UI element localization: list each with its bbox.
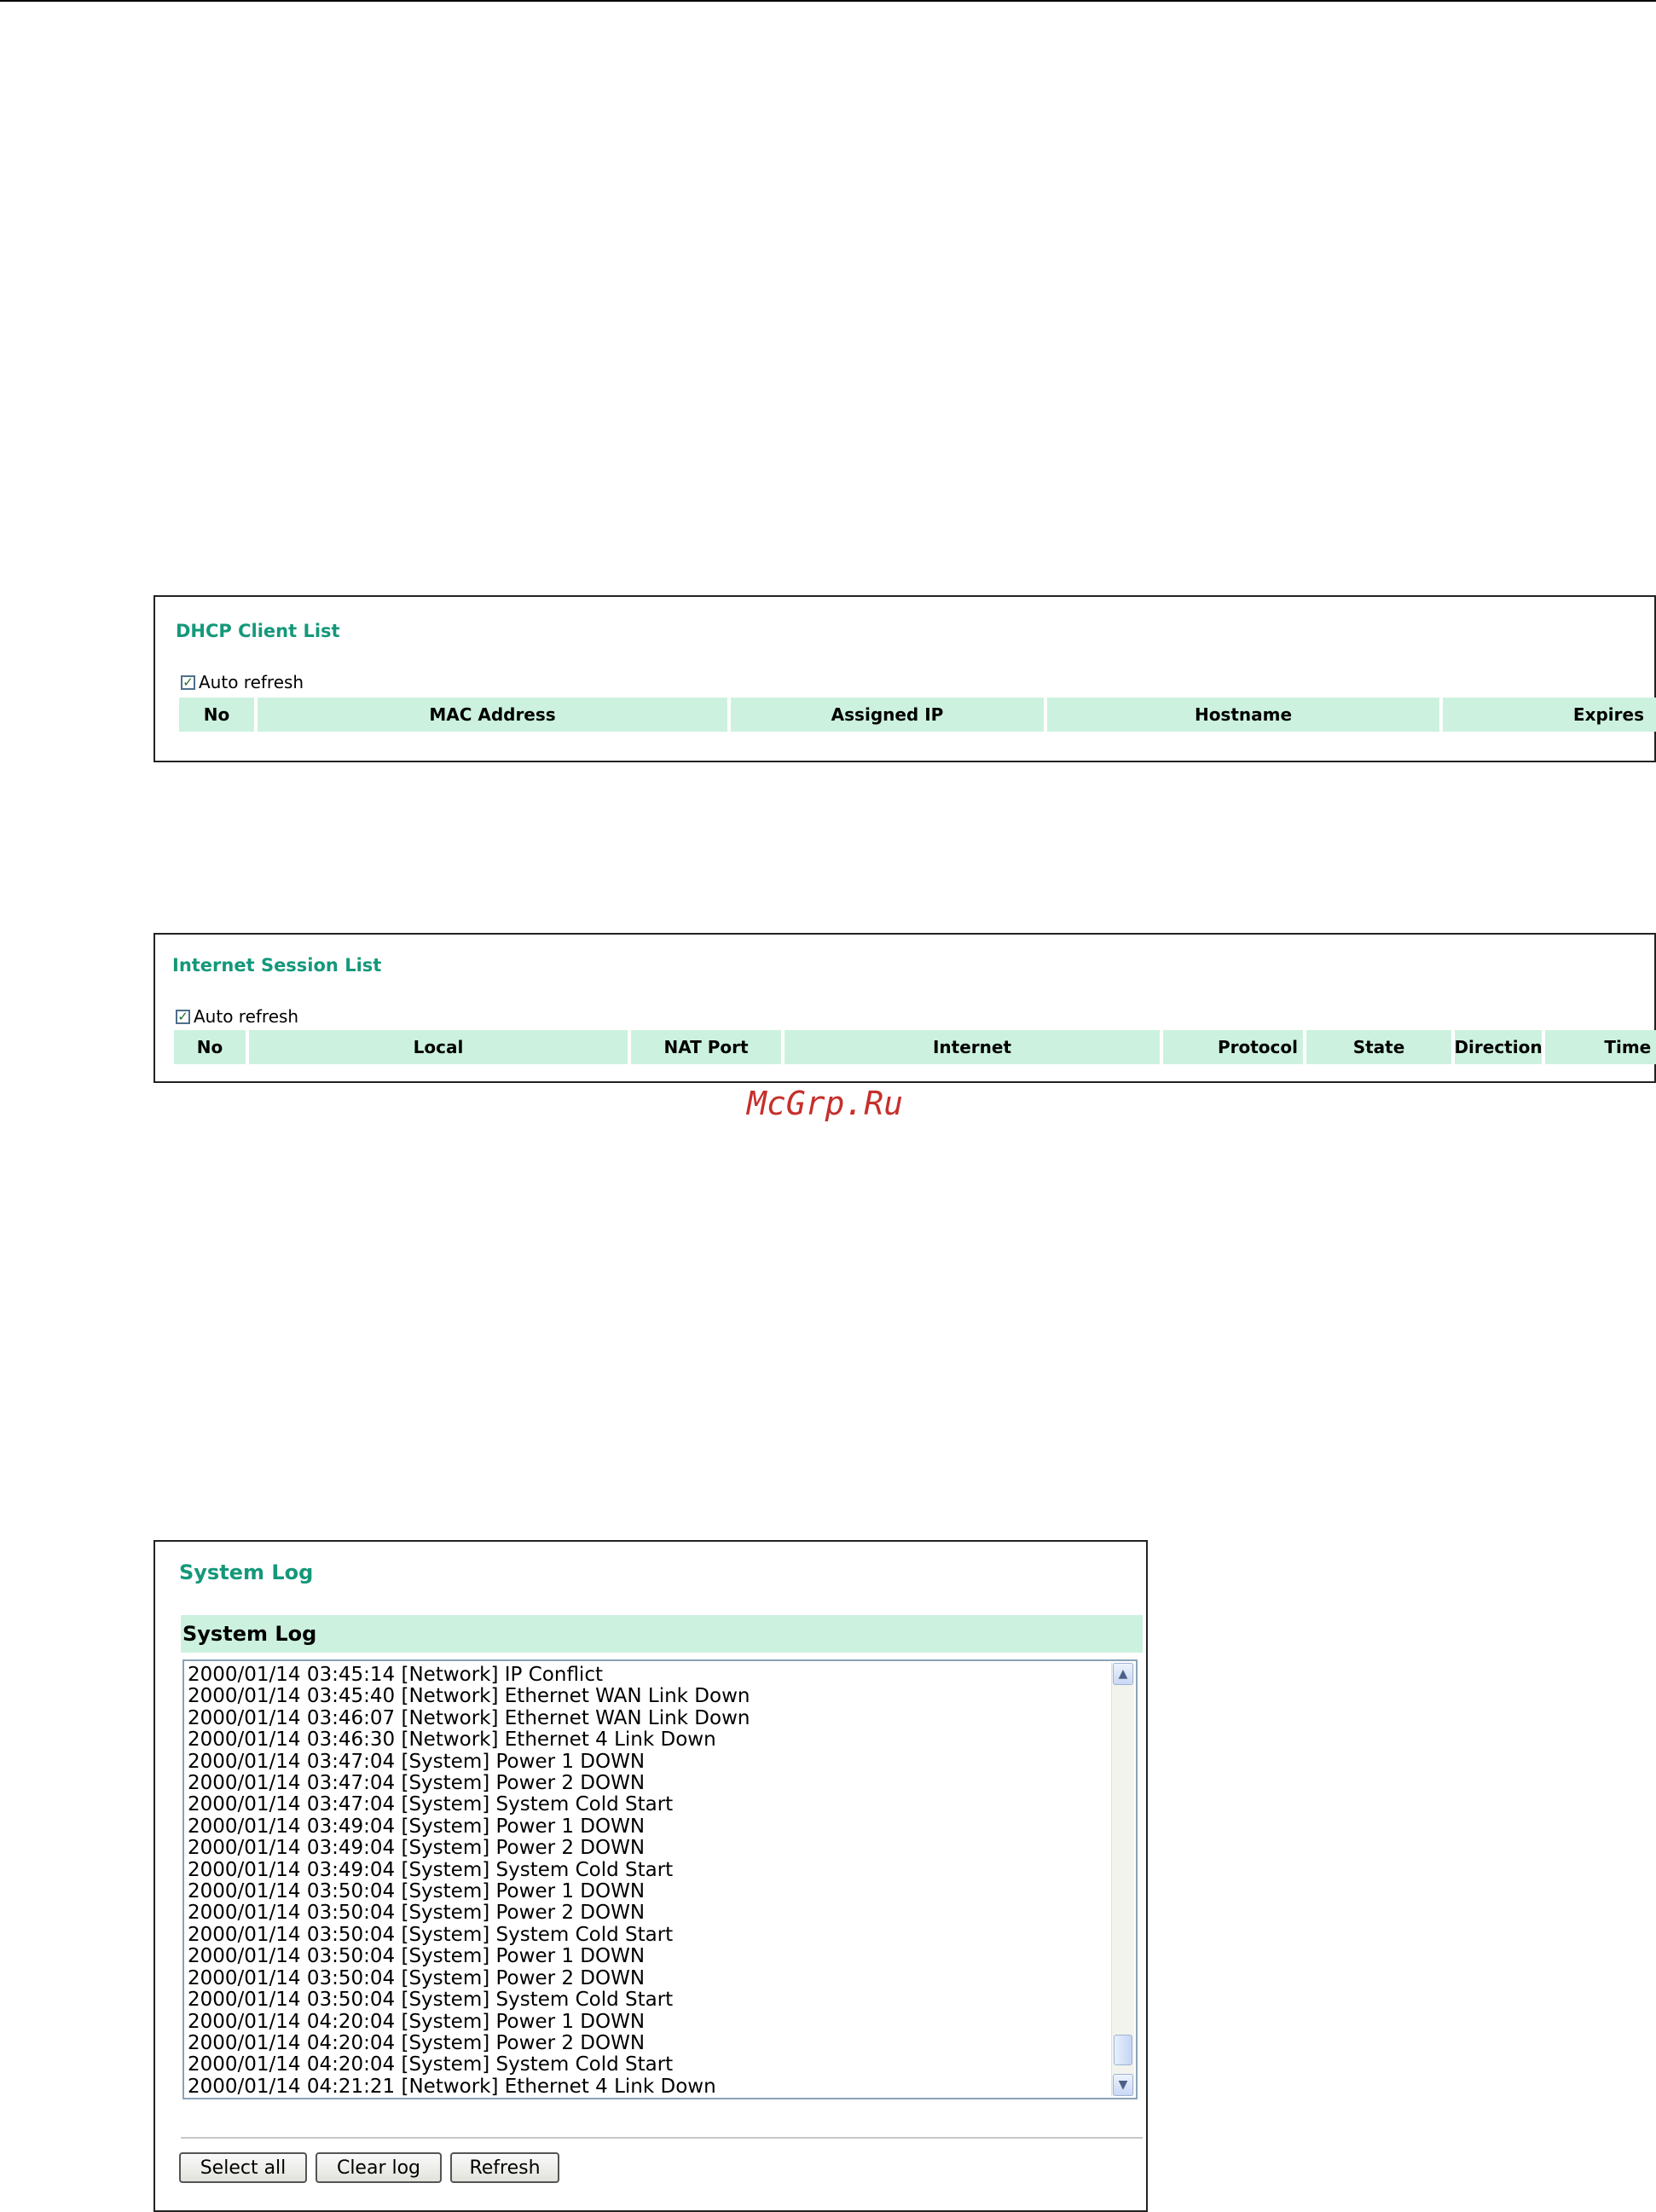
log-entry: 2000/01/14 03:46:30 [Network] Ethernet 4… [188,1728,716,1752]
session-table-header: No Local NAT Port Internet Protocol Stat… [174,1030,1656,1064]
log-entry: 2000/01/14 03:49:04 [System] System Cold… [188,1858,674,1881]
dhcp-client-list-panel: DHCP Client List ✓ Auto refresh No MAC A… [153,595,1656,762]
column-header-mac-address: MAC Address [258,698,727,732]
log-entry: 2000/01/14 03:47:04 [System] Power 2 DOW… [188,1772,646,1795]
clear-log-button[interactable]: Clear log [316,2152,442,2183]
log-entry: 2000/01/14 03:50:04 [System] System Cold… [188,1923,674,1946]
column-header-no: No [174,1030,246,1064]
auto-refresh-checkbox[interactable]: ✓ [176,1008,190,1024]
check-icon: ✓ [177,1008,188,1024]
dhcp-table-header: No MAC Address Assigned IP Hostname Expi… [179,698,1656,732]
auto-refresh-label: Auto refresh [199,672,304,692]
log-entry: 2000/01/14 04:20:04 [System] Power 2 DOW… [188,2031,646,2054]
column-header-nat-port: NAT Port [631,1030,781,1064]
log-entry: 2000/01/14 04:20:04 [System] System Cold… [188,2053,674,2076]
internet-session-list-panel: Internet Session List ✓ Auto refresh No … [153,933,1656,1083]
system-log-title: System Log [179,1561,314,1584]
dhcp-panel-title: DHCP Client List [176,621,340,641]
dhcp-auto-refresh[interactable]: ✓ Auto refresh [181,672,304,692]
column-header-local: Local [249,1030,628,1064]
column-header-state: State [1306,1030,1451,1064]
auto-refresh-label: Auto refresh [194,1006,299,1027]
session-panel-title: Internet Session List [172,955,382,976]
column-header-protocol: Protocol [1163,1030,1303,1064]
column-header-direction: Direction [1454,1030,1543,1064]
log-entry: 2000/01/14 04:20:04 [System] Power 1 DOW… [188,2010,646,2033]
watermark-text: McGrp.Ru [747,1085,904,1122]
log-entry: 2000/01/14 03:50:04 [System] Power 2 DOW… [188,1966,646,1989]
column-header-expires: Expires [1443,698,1656,732]
log-entry: 2000/01/14 03:46:07 [Network] Ethernet W… [188,1706,750,1729]
log-entries: 2000/01/14 03:45:14 [Network] IP Conflic… [188,1664,1107,2098]
column-header-time-out: Time Out [1545,1030,1656,1064]
check-icon: ✓ [182,674,194,690]
chevron-down-icon[interactable]: ▼ [1113,2074,1133,2096]
chevron-up-icon[interactable]: ▲ [1113,1663,1133,1685]
log-entry: 2000/01/14 03:45:40 [Network] Ethernet W… [188,1685,750,1708]
log-entry: 2000/01/14 03:47:04 [System] Power 1 DOW… [188,1750,646,1773]
log-entry: 2000/01/14 03:45:14 [Network] IP Conflic… [188,1664,603,1686]
auto-refresh-checkbox[interactable]: ✓ [181,675,195,690]
system-log-section-header: System Log [181,1615,1143,1653]
column-header-internet: Internet [785,1030,1160,1064]
refresh-button[interactable]: Refresh [450,2152,559,2183]
log-entry: 2000/01/14 03:49:04 [System] Power 2 DOW… [188,1837,646,1860]
divider [181,2137,1143,2139]
system-log-textarea[interactable]: 2000/01/14 03:45:14 [Network] IP Conflic… [182,1659,1138,2099]
log-entry: 2000/01/14 04:21:21 [Network] Ethernet 4… [188,2075,716,2098]
log-entry: 2000/01/14 03:49:04 [System] Power 1 DOW… [188,1815,646,1838]
column-header-assigned-ip: Assigned IP [731,698,1044,732]
column-header-hostname: Hostname [1047,698,1439,732]
log-entry: 2000/01/14 03:50:04 [System] Power 1 DOW… [188,1945,646,1968]
column-header-no: No [179,698,254,732]
log-entry: 2000/01/14 03:50:04 [System] Power 1 DOW… [188,1880,646,1903]
page-top-rule [0,0,1656,2]
scrollbar-thumb[interactable] [1114,2035,1132,2065]
log-entry: 2000/01/14 03:50:04 [System] System Cold… [188,1989,674,2012]
log-entry: 2000/01/14 03:50:04 [System] Power 2 DOW… [188,1902,646,1925]
log-scrollbar[interactable]: ▲ ▼ [1111,1663,1134,2096]
select-all-button[interactable]: Select all [179,2152,307,2183]
session-auto-refresh[interactable]: ✓ Auto refresh [176,1006,298,1027]
log-entry: 2000/01/14 03:47:04 [System] System Cold… [188,1793,674,1816]
